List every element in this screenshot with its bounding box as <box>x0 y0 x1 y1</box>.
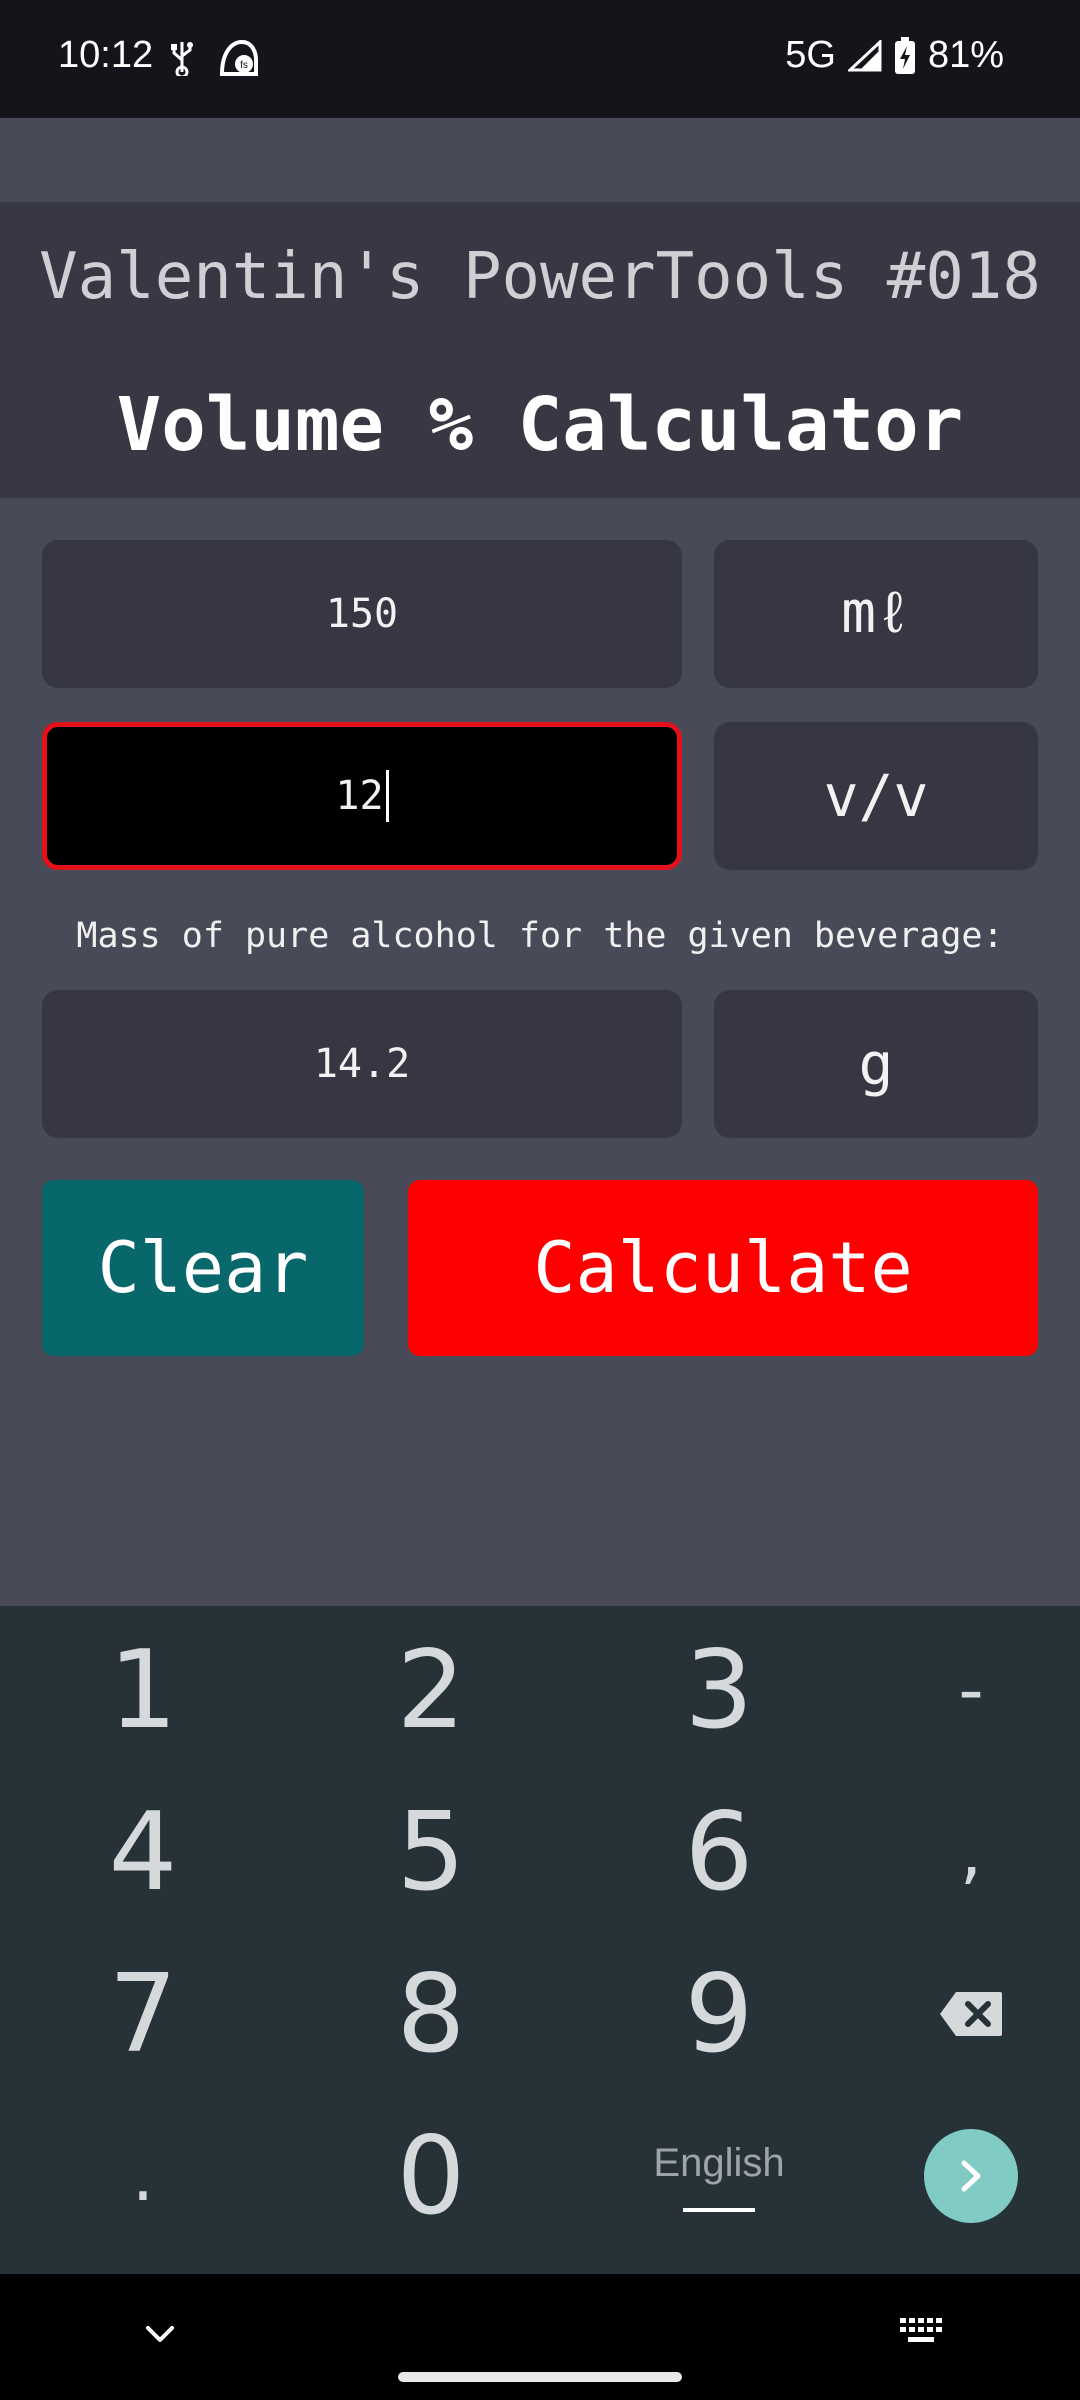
key-comma[interactable]: , <box>836 1772 1080 1932</box>
usb-icon <box>171 42 193 76</box>
battery-charging-icon <box>894 36 915 74</box>
backspace-key[interactable] <box>836 1934 1080 2094</box>
key-0[interactable]: 0 <box>296 2096 566 2256</box>
key-2[interactable]: 2 <box>296 1610 566 1770</box>
home-gesture-bar[interactable] <box>398 2372 682 2382</box>
calculate-button[interactable]: Calculate <box>408 1180 1038 1356</box>
language-label: English <box>653 2140 785 2185</box>
percent-unit-selector[interactable]: v/v <box>714 722 1038 870</box>
app-header: Valentin's PowerTools #018 Volume % Calc… <box>0 202 1080 498</box>
key-1-label: 1 <box>108 1627 178 1753</box>
key-7[interactable]: 7 <box>8 1934 278 2094</box>
navigation-bar <box>0 2274 1080 2400</box>
language-indicator <box>683 2207 755 2212</box>
clear-button[interactable]: Clear <box>42 1180 364 1356</box>
status-indicators: 5G 81% <box>785 34 1004 77</box>
volume-unit-selector[interactable]: mℓ <box>714 540 1038 688</box>
key-9-label: 9 <box>684 1951 754 2077</box>
key-7-label: 7 <box>108 1951 178 2077</box>
numeric-keyboard: 1 2 3 - 4 5 6 , 7 8 9 . 0 English <box>0 1606 1080 2274</box>
result-unit-selector[interactable]: g <box>714 990 1038 1138</box>
key-3-label: 3 <box>684 1627 754 1753</box>
clear-button-label: Clear <box>97 1227 309 1309</box>
key-4-label: 4 <box>108 1789 178 1915</box>
result-unit-label: g <box>858 1030 894 1098</box>
key-dot[interactable]: . <box>8 2096 278 2256</box>
key-9[interactable]: 9 <box>584 1934 854 2094</box>
keyboard-switch-icon[interactable] <box>898 2314 946 2350</box>
key-4[interactable]: 4 <box>8 1772 278 1932</box>
key-3[interactable]: 3 <box>584 1610 854 1770</box>
key-minus[interactable]: - <box>836 1610 1080 1770</box>
backspace-icon <box>940 1992 1002 2036</box>
status-time: 10:12 <box>58 34 154 76</box>
next-button[interactable] <box>924 2129 1018 2223</box>
key-dot-label: . <box>131 2135 155 2217</box>
key-5-label: 5 <box>396 1789 466 1915</box>
percent-input[interactable]: 12 <box>42 722 682 870</box>
result-output: 14.2 <box>42 990 682 1138</box>
key-8-label: 8 <box>396 1951 466 2077</box>
key-8[interactable]: 8 <box>296 1934 566 2094</box>
percent-value: 12 <box>335 773 384 819</box>
key-comma-label: , <box>959 1811 983 1893</box>
language-switch-key[interactable]: English <box>584 2096 854 2256</box>
key-6[interactable]: 6 <box>584 1772 854 1932</box>
volume-input[interactable]: 150 <box>42 540 682 688</box>
brand-title: Valentin's PowerTools #018 <box>39 240 1041 314</box>
battery-level: 81% <box>927 34 1004 76</box>
key-2-label: 2 <box>396 1627 466 1753</box>
volume-unit-label: mℓ <box>841 578 911 646</box>
volume-value: 150 <box>325 591 399 637</box>
key-6-label: 6 <box>684 1789 754 1915</box>
key-0-label: 0 <box>396 2113 466 2239</box>
app-notification-icon: fs <box>219 39 258 76</box>
calculate-button-label: Calculate <box>533 1227 913 1309</box>
network-type: 5G <box>785 34 836 76</box>
text-cursor <box>385 770 389 822</box>
page-title: Volume % Calculator <box>116 382 964 468</box>
key-5[interactable]: 5 <box>296 1772 566 1932</box>
result-label: Mass of pure alcohol for the given bever… <box>76 916 1004 956</box>
hide-keyboard-icon[interactable] <box>140 2314 180 2354</box>
status-bar: 10:12 fs 5G 81% <box>0 0 1080 118</box>
result-value: 14.2 <box>313 1041 411 1087</box>
svg-text:fs: fs <box>240 60 248 71</box>
key-minus-label: - <box>958 1649 984 1731</box>
percent-unit-label: v/v <box>823 762 929 830</box>
chevron-right-icon <box>961 2160 981 2192</box>
enter-key[interactable] <box>836 2096 1080 2256</box>
key-1[interactable]: 1 <box>8 1610 278 1770</box>
signal-icon <box>847 39 882 71</box>
